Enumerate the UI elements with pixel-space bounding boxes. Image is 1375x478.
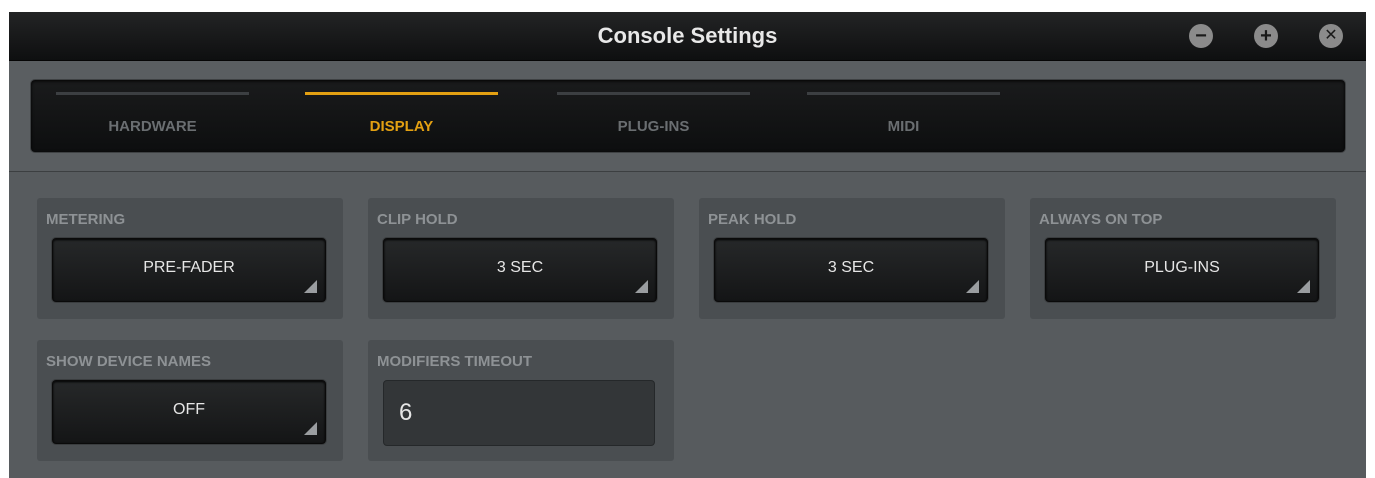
modifiers-timeout-field[interactable]: 6: [383, 380, 655, 446]
peak-hold-value: 3 SEC: [827, 259, 875, 276]
tab-label: DISPLAY: [369, 118, 434, 135]
tab-indicator: [557, 92, 750, 95]
dropdown-corner-icon: [1297, 280, 1310, 293]
metering-panel: METERING PRE-FADER: [37, 198, 343, 319]
dropdown-corner-icon: [304, 422, 317, 435]
tab-label: PLUG-INS: [617, 118, 690, 135]
show-device-names-dropdown[interactable]: OFF: [52, 380, 326, 444]
close-button[interactable]: ✕: [1319, 24, 1343, 48]
clip-hold-dropdown[interactable]: 3 SEC: [383, 238, 657, 302]
console-settings-window: Console Settings − + ✕ HARDWARE DISPLAY …: [9, 12, 1366, 478]
modifiers-timeout-label: MODIFIERS TIMEOUT: [377, 353, 532, 370]
show-device-names-panel: SHOW DEVICE NAMES OFF: [37, 340, 343, 461]
plus-circle-icon: +: [1260, 25, 1272, 47]
modifiers-timeout-value: 6: [399, 399, 413, 426]
tab-midi[interactable]: MIDI: [807, 80, 1000, 152]
show-device-names-label: SHOW DEVICE NAMES: [46, 353, 212, 370]
dropdown-corner-icon: [966, 280, 979, 293]
title-bar[interactable]: Console Settings − + ✕: [9, 12, 1366, 61]
tab-indicator: [807, 92, 1000, 95]
tab-display[interactable]: DISPLAY: [305, 80, 498, 152]
tab-indicator: [56, 92, 249, 95]
tab-hardware[interactable]: HARDWARE: [56, 80, 249, 152]
close-circle-icon: ✕: [1324, 27, 1338, 44]
clip-hold-value: 3 SEC: [496, 259, 544, 276]
show-device-names-value: OFF: [173, 401, 205, 418]
always-on-top-value: PLUG-INS: [1144, 259, 1220, 276]
peak-hold-dropdown[interactable]: 3 SEC: [714, 238, 988, 302]
dropdown-corner-icon: [635, 280, 648, 293]
modifiers-timeout-panel: MODIFIERS TIMEOUT 6: [368, 340, 674, 461]
tab-area: HARDWARE DISPLAY PLUG-INS MIDI: [9, 61, 1366, 172]
always-on-top-panel: ALWAYS ON TOP PLUG-INS: [1030, 198, 1336, 319]
clip-hold-label: CLIP HOLD: [377, 211, 458, 228]
minimize-button[interactable]: −: [1189, 24, 1213, 48]
peak-hold-label: PEAK HOLD: [708, 211, 797, 228]
tab-strip: HARDWARE DISPLAY PLUG-INS MIDI: [30, 79, 1346, 153]
minus-circle-icon: −: [1195, 25, 1207, 47]
metering-value: PRE-FADER: [143, 259, 235, 276]
metering-label: METERING: [46, 211, 126, 228]
peak-hold-panel: PEAK HOLD 3 SEC: [699, 198, 1005, 319]
maximize-button[interactable]: +: [1254, 24, 1278, 48]
always-on-top-label: ALWAYS ON TOP: [1039, 211, 1163, 228]
tab-indicator: [305, 92, 498, 95]
tab-plug-ins[interactable]: PLUG-INS: [557, 80, 750, 152]
window-title: Console Settings: [597, 23, 778, 48]
metering-dropdown[interactable]: PRE-FADER: [52, 238, 326, 302]
always-on-top-dropdown[interactable]: PLUG-INS: [1045, 238, 1319, 302]
clip-hold-panel: CLIP HOLD 3 SEC: [368, 198, 674, 319]
tab-label: MIDI: [887, 118, 920, 135]
dropdown-corner-icon: [304, 280, 317, 293]
tab-label: HARDWARE: [108, 118, 197, 135]
